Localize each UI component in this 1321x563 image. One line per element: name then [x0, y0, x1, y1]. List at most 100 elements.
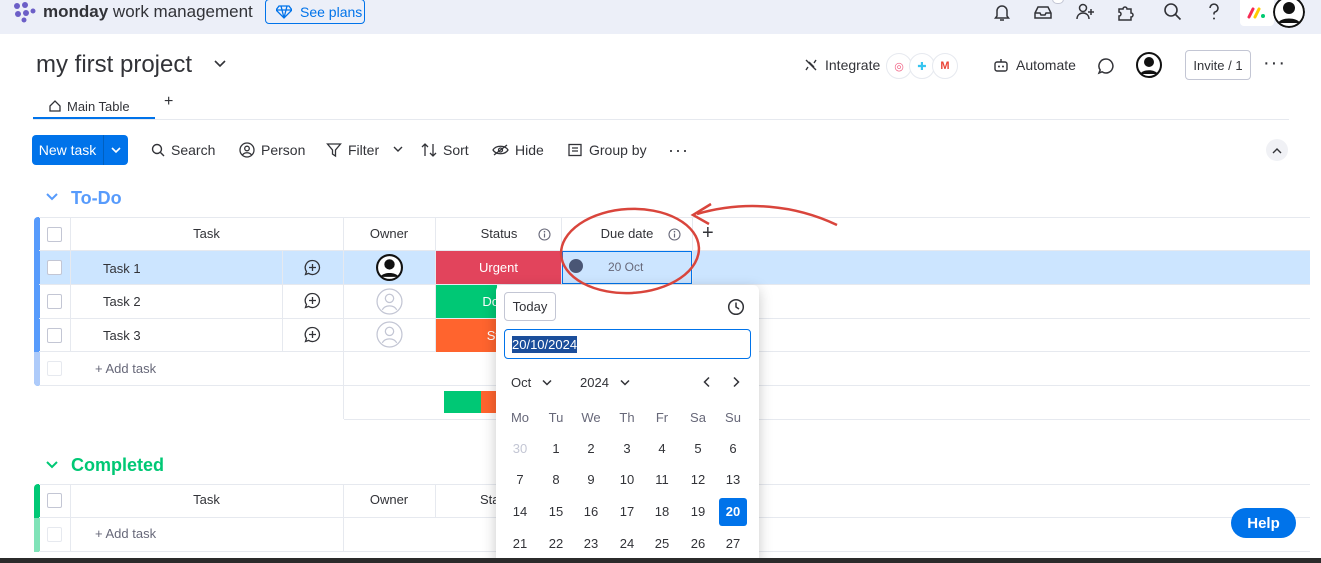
add-update-icon[interactable] — [304, 326, 321, 343]
calendar-day[interactable]: 13 — [719, 466, 747, 494]
calendar-day[interactable]: 27 — [719, 530, 747, 558]
person-icon — [239, 142, 255, 158]
calendar-day[interactable]: 11 — [648, 466, 676, 494]
board-title[interactable]: my first project — [36, 50, 192, 80]
add-row-checkbox — [47, 361, 62, 376]
calendar-day[interactable]: 6 — [719, 435, 747, 463]
calendar-day[interactable]: 15 — [542, 498, 570, 526]
calendar-day[interactable]: 3 — [613, 435, 641, 463]
row-checkbox[interactable] — [47, 260, 62, 275]
add-task-button[interactable]: + Add task — [95, 361, 156, 376]
previous-month-icon[interactable] — [701, 376, 713, 388]
add-update-icon[interactable] — [304, 292, 321, 309]
calendar-day[interactable]: 30 — [506, 435, 534, 463]
integrate-icon — [805, 59, 817, 71]
tab-main-table[interactable]: Main Table — [48, 94, 130, 118]
puzzle-apps-icon[interactable] — [1115, 1, 1137, 23]
column-header-owner[interactable]: Owner — [343, 226, 435, 241]
year-select[interactable]: 2024 — [580, 375, 631, 390]
status-cell[interactable]: Urgent — [436, 251, 561, 284]
column-header-task[interactable]: Task — [70, 226, 343, 241]
column-header-owner[interactable]: Owner — [343, 492, 435, 507]
calendar-day[interactable]: 9 — [577, 466, 605, 494]
taskbar-strip — [0, 558, 1321, 563]
calendar-day[interactable]: 12 — [684, 466, 712, 494]
add-update-icon[interactable] — [304, 259, 321, 276]
month-select[interactable]: Oct — [511, 375, 553, 390]
help-question-icon[interactable] — [1203, 1, 1225, 23]
row-checkbox[interactable] — [47, 328, 62, 343]
more-options-icon[interactable]: ··· — [1263, 53, 1286, 73]
inbox-icon[interactable] — [1032, 1, 1054, 23]
chevron-down-icon[interactable] — [213, 59, 227, 69]
task-name[interactable]: Task 1 — [103, 261, 141, 276]
calendar-day[interactable]: 2 — [577, 435, 605, 463]
new-task-dropdown[interactable] — [103, 135, 128, 165]
calendar-day[interactable]: 16 — [577, 498, 605, 526]
see-plans-button[interactable]: See plans — [265, 0, 365, 24]
calendar-day[interactable]: 8 — [542, 466, 570, 494]
next-month-icon[interactable] — [730, 376, 742, 388]
empty-owner-icon[interactable] — [376, 288, 403, 315]
column-header-status[interactable]: Status — [460, 226, 538, 241]
sort-button[interactable]: Sort — [421, 140, 469, 160]
chevron-down-icon[interactable] — [45, 460, 59, 470]
calendar-day[interactable]: 25 — [648, 530, 676, 558]
column-header-task[interactable]: Task — [70, 492, 343, 507]
calendar-day[interactable]: 24 — [613, 530, 641, 558]
integrate-button[interactable]: Integrate — [803, 56, 880, 74]
monday-apps-logo-icon[interactable] — [1240, 0, 1274, 26]
board-user-avatar-icon[interactable] — [1136, 52, 1162, 78]
comment-bubble-icon[interactable] — [1097, 57, 1115, 75]
group-title-todo[interactable]: To-Do — [71, 188, 122, 209]
calendar-day[interactable]: 7 — [506, 466, 534, 494]
filter-button[interactable]: Filter — [326, 140, 405, 160]
hide-button[interactable]: Hide — [492, 140, 544, 160]
calendar-day[interactable]: 5 — [684, 435, 712, 463]
person-filter-button[interactable]: Person — [239, 140, 305, 160]
invite-members-icon[interactable] — [1074, 1, 1096, 23]
collapse-header-button[interactable] — [1266, 139, 1288, 161]
chevron-down-icon[interactable] — [391, 146, 405, 154]
task-name[interactable]: Task 2 — [103, 294, 141, 309]
add-view-button[interactable]: + — [164, 93, 173, 111]
today-button[interactable]: Today — [504, 292, 556, 321]
calendar-day[interactable]: 14 — [506, 498, 534, 526]
calendar-day[interactable]: 26 — [684, 530, 712, 558]
status-cell[interactable]: St — [436, 319, 499, 352]
calendar-day[interactable]: 18 — [648, 498, 676, 526]
select-all-checkbox[interactable] — [47, 493, 62, 508]
status-cell[interactable]: Do — [436, 285, 499, 318]
calendar-day[interactable]: 10 — [613, 466, 641, 494]
user-avatar-icon[interactable] — [1273, 0, 1305, 28]
weekday-header: Th — [619, 410, 635, 425]
more-toolbar-icon[interactable]: ··· — [668, 140, 689, 160]
search-tool-button[interactable]: Search — [151, 140, 215, 160]
add-task-button[interactable]: + Add task — [95, 526, 156, 541]
invite-button[interactable]: Invite / 1 — [1185, 50, 1251, 80]
group-title-completed[interactable]: Completed — [71, 455, 164, 476]
task-name[interactable]: Task 3 — [103, 328, 141, 343]
help-button[interactable]: Help — [1231, 508, 1296, 538]
calendar-day[interactable]: 1 — [542, 435, 570, 463]
calendar-day[interactable]: 19 — [684, 498, 712, 526]
bell-icon[interactable] — [991, 1, 1013, 23]
calendar-day[interactable]: 4 — [648, 435, 676, 463]
calendar-day[interactable]: 20 — [719, 498, 747, 526]
date-input-field[interactable]: 20/10/2024 — [504, 329, 751, 359]
info-icon[interactable] — [538, 228, 551, 241]
owner-avatar-icon[interactable] — [376, 254, 403, 281]
automate-button[interactable]: Automate — [992, 56, 1076, 74]
calendar-day[interactable]: 23 — [577, 530, 605, 558]
calendar-day[interactable]: 22 — [542, 530, 570, 558]
group-by-button[interactable]: Group by — [568, 140, 647, 160]
gmail-icon: M — [932, 53, 958, 79]
calendar-day[interactable]: 17 — [613, 498, 641, 526]
row-checkbox[interactable] — [47, 294, 62, 309]
new-task-button[interactable]: New task — [32, 135, 128, 165]
chevron-down-icon[interactable] — [45, 192, 59, 202]
calendar-day[interactable]: 21 — [506, 530, 534, 558]
empty-owner-icon[interactable] — [376, 321, 403, 348]
search-icon[interactable] — [1162, 1, 1184, 23]
select-all-checkbox[interactable] — [47, 227, 62, 242]
